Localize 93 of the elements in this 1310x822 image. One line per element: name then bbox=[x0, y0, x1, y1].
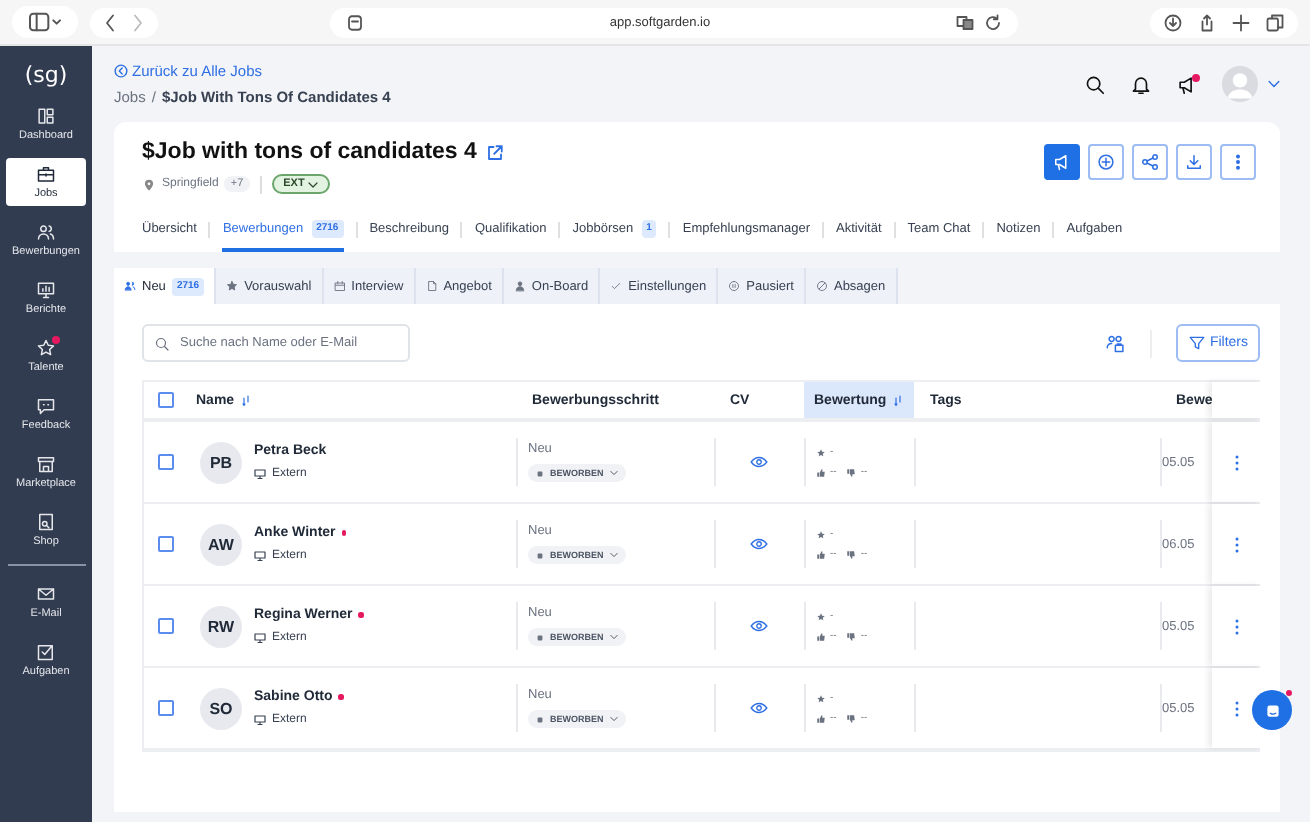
more-button[interactable] bbox=[1220, 144, 1256, 180]
add-button[interactable] bbox=[1088, 144, 1124, 180]
download-button[interactable] bbox=[1176, 144, 1212, 180]
more-icon[interactable] bbox=[1234, 617, 1240, 635]
chart-monitor-icon bbox=[36, 280, 56, 300]
more-icon[interactable] bbox=[1234, 535, 1240, 553]
row-checkbox[interactable] bbox=[158, 536, 174, 552]
star-icon bbox=[36, 338, 56, 358]
chevron-down-icon bbox=[609, 634, 618, 640]
check-icon bbox=[610, 280, 623, 292]
eye-icon[interactable] bbox=[750, 620, 768, 632]
stage-icon bbox=[536, 633, 544, 641]
eye-icon[interactable] bbox=[750, 538, 768, 550]
chevron-down-icon bbox=[308, 181, 319, 187]
layout-icon bbox=[36, 106, 56, 126]
eye-icon[interactable] bbox=[750, 456, 768, 468]
share-icon bbox=[1140, 152, 1160, 172]
initials-avatar: RW bbox=[200, 605, 242, 647]
chevron-down-icon[interactable] bbox=[1268, 80, 1280, 88]
back-icon[interactable] bbox=[104, 13, 116, 31]
monitor-icon bbox=[254, 714, 266, 726]
monitor-icon bbox=[254, 468, 266, 480]
monitor-icon bbox=[254, 632, 266, 644]
back-circle-icon bbox=[114, 64, 128, 78]
stage-icon bbox=[536, 469, 544, 477]
row-checkbox[interactable] bbox=[158, 700, 174, 716]
search-icon[interactable] bbox=[1084, 73, 1106, 95]
plus-icon[interactable] bbox=[1232, 13, 1250, 31]
share-icon[interactable] bbox=[1198, 13, 1216, 31]
megaphone-button[interactable] bbox=[1044, 144, 1080, 180]
more-icon[interactable] bbox=[1234, 699, 1240, 717]
thumbs-up-icon bbox=[816, 713, 826, 723]
translate-icon[interactable] bbox=[956, 13, 974, 31]
envelope-icon bbox=[36, 584, 56, 604]
download-icon bbox=[1184, 152, 1204, 172]
external-link-icon[interactable] bbox=[486, 143, 505, 161]
more-icon[interactable] bbox=[1234, 453, 1240, 471]
star-icon bbox=[226, 280, 239, 292]
tabs-icon[interactable] bbox=[1266, 13, 1284, 31]
thumbs-up-icon bbox=[816, 549, 826, 559]
plus-circle-icon bbox=[1096, 152, 1116, 172]
bell-icon[interactable] bbox=[1130, 73, 1152, 95]
sort-icon[interactable] bbox=[242, 393, 251, 407]
people-icon bbox=[124, 280, 136, 292]
row-checkbox[interactable] bbox=[158, 618, 174, 634]
reload-icon[interactable] bbox=[984, 13, 1002, 31]
star-icon bbox=[816, 447, 826, 457]
thumbs-down-icon bbox=[846, 631, 857, 641]
star-icon bbox=[816, 529, 826, 539]
location-pin-icon bbox=[142, 177, 156, 191]
row-checkbox[interactable] bbox=[158, 454, 174, 470]
chat-button[interactable] bbox=[1252, 690, 1292, 730]
sidebar-toggle-icon[interactable] bbox=[26, 12, 64, 32]
funnel-icon bbox=[1187, 334, 1206, 352]
person-icon bbox=[513, 280, 526, 292]
thumbs-down-icon bbox=[846, 549, 857, 559]
thumbs-up-icon bbox=[816, 467, 826, 477]
monitor-icon bbox=[254, 550, 266, 562]
chevron-down-icon bbox=[609, 716, 618, 722]
people-settings-icon[interactable] bbox=[1105, 333, 1126, 353]
megaphone-icon[interactable] bbox=[1176, 73, 1198, 95]
sort-icon[interactable] bbox=[894, 393, 903, 407]
people-icon bbox=[36, 222, 56, 242]
share-button[interactable] bbox=[1132, 144, 1168, 180]
download-icon[interactable] bbox=[1164, 13, 1182, 31]
stage-icon bbox=[536, 551, 544, 559]
thumbs-up-icon bbox=[816, 631, 826, 641]
thumbs-down-icon bbox=[846, 713, 857, 723]
briefcase-icon bbox=[36, 164, 56, 184]
calendar-icon bbox=[333, 280, 346, 292]
initials-avatar: PB bbox=[200, 441, 242, 483]
chevron-down-icon bbox=[609, 470, 618, 476]
select-all-checkbox[interactable] bbox=[158, 392, 174, 408]
checklist-icon bbox=[36, 642, 56, 662]
stage-icon bbox=[536, 715, 544, 723]
store-icon bbox=[36, 454, 56, 474]
document-icon bbox=[425, 280, 438, 292]
initials-avatar: AW bbox=[200, 523, 242, 565]
page-icon bbox=[346, 13, 364, 31]
logo[interactable]: (sg) bbox=[24, 62, 68, 88]
job-title: $Job with tons of candidates 4 bbox=[142, 140, 477, 164]
speech-bubble-icon bbox=[36, 396, 56, 416]
search-icon bbox=[154, 335, 170, 351]
initials-avatar: SO bbox=[200, 687, 242, 729]
chevron-down-icon bbox=[609, 552, 618, 558]
star-icon bbox=[816, 611, 826, 621]
chat-icon bbox=[1263, 701, 1281, 719]
star-icon bbox=[816, 693, 826, 703]
megaphone-icon bbox=[1052, 152, 1072, 172]
document-search-icon bbox=[36, 512, 56, 532]
prohibited-icon bbox=[815, 280, 828, 292]
thumbs-down-icon bbox=[846, 467, 857, 477]
eye-icon[interactable] bbox=[750, 702, 768, 714]
